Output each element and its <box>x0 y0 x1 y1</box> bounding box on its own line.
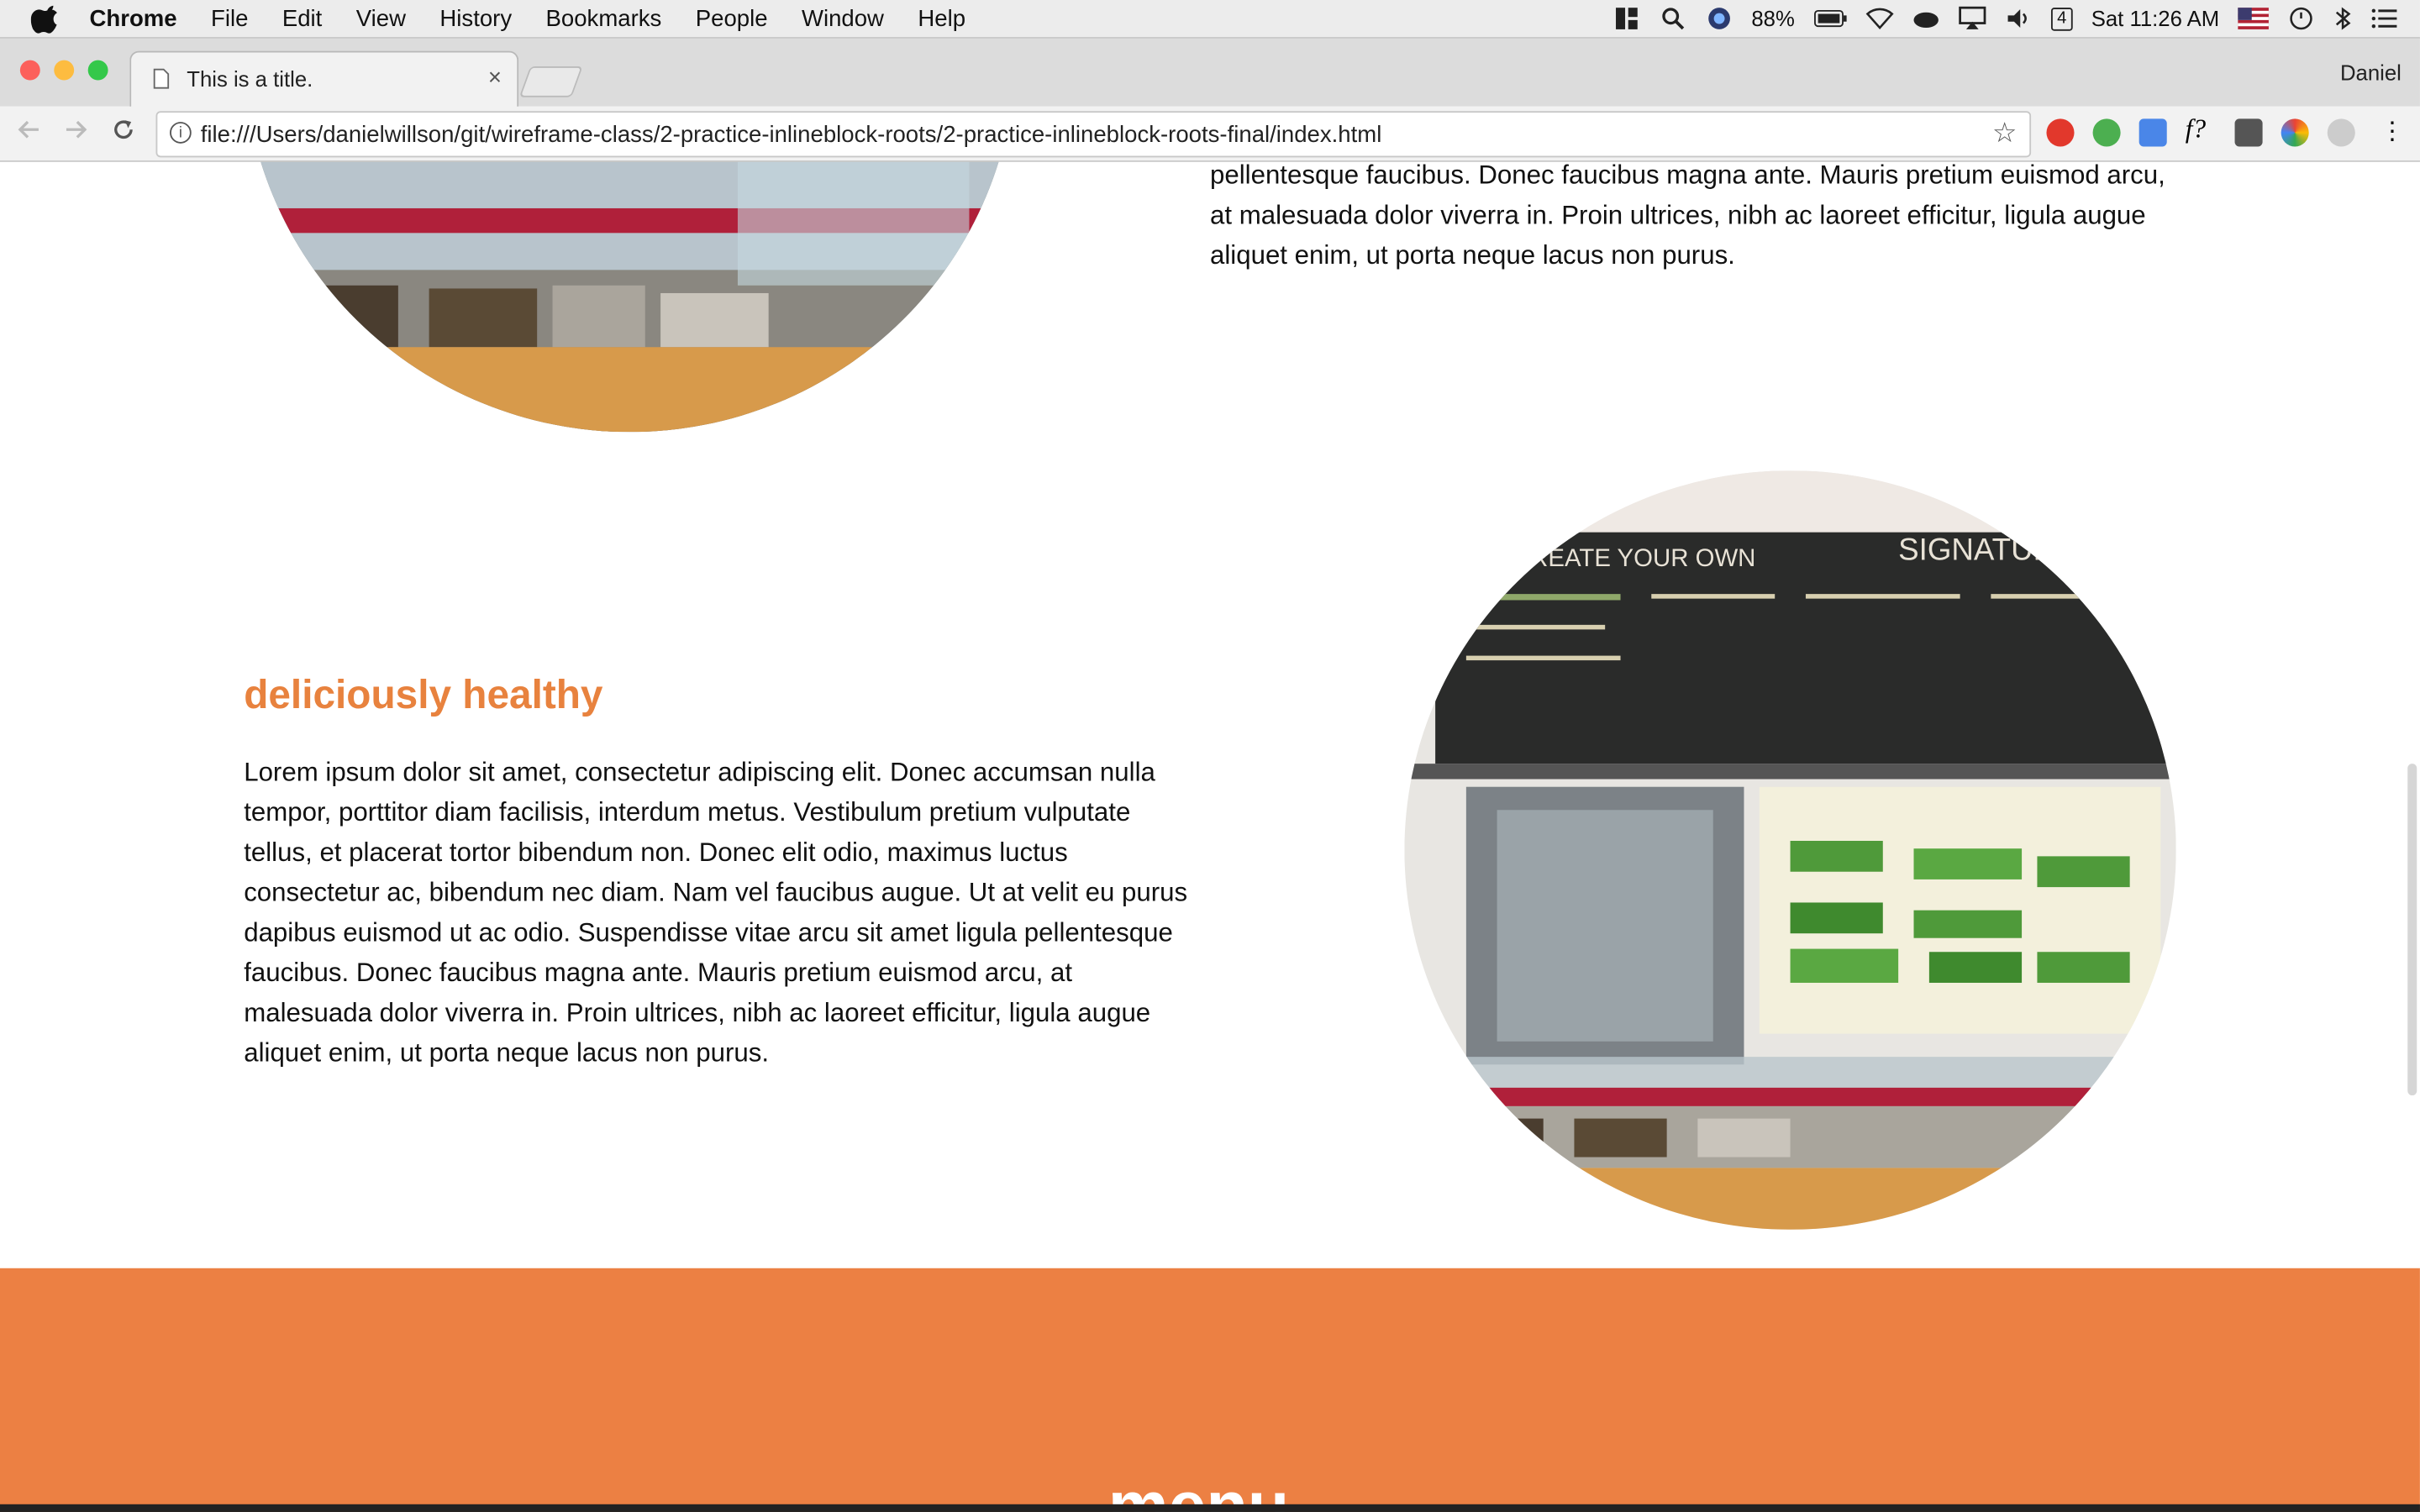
close-window-button[interactable] <box>19 60 40 81</box>
zoom-window-button[interactable] <box>87 60 108 81</box>
tab-active[interactable]: This is a title. × <box>129 50 519 108</box>
apple-icon[interactable] <box>30 3 62 34</box>
menu-board-title-right: SIGNATURE <box>1898 533 2076 567</box>
macos-menubar: Chrome File Edit View History Bookmarks … <box>0 0 2420 39</box>
menu-edit[interactable]: Edit <box>282 5 322 31</box>
window-layout-icon[interactable] <box>1612 6 1640 30</box>
extension-skype-icon[interactable] <box>2327 118 2355 147</box>
battery-percent: 88% <box>1751 6 1795 31</box>
bookmark-star-icon[interactable]: ☆ <box>1992 118 2018 150</box>
body-paragraph: Lorem ipsum dolor sit amet, consectetur … <box>244 757 1188 1068</box>
chrome-menu-icon[interactable]: ⋮ <box>2380 116 2407 144</box>
forward-arrow-icon[interactable] <box>63 118 87 142</box>
calendar-icon[interactable]: 4 <box>2050 7 2073 30</box>
extension-pocket-icon[interactable] <box>2234 118 2263 147</box>
profile-name[interactable]: Daniel <box>2340 60 2402 85</box>
minimize-window-button[interactable] <box>54 60 75 81</box>
page-scrollbar[interactable] <box>2407 764 2417 1096</box>
page-icon <box>153 68 170 89</box>
restaurant-counter-photo: CREATE YOUR OWN SIGNATURE <box>1404 470 2176 1230</box>
tab-strip: This is a title. × Daniel <box>0 38 2420 108</box>
menu-app-chrome[interactable]: Chrome <box>90 5 177 31</box>
cloud-app-icon[interactable] <box>1912 6 1939 30</box>
browser-toolbar: i file:///Users/danielwillson/git/wirefr… <box>0 106 2420 162</box>
bluetooth-icon[interactable] <box>2333 6 2352 30</box>
us-flag-icon[interactable] <box>2238 6 2269 30</box>
menubar-status-area: 88% 4 Sat 11:26 AM <box>1612 0 2398 37</box>
salad-bar-photo-top <box>244 161 1016 433</box>
extension-colorpicker-icon[interactable] <box>2281 118 2309 147</box>
volume-icon[interactable] <box>2005 6 2033 30</box>
menu-bookmarks[interactable]: Bookmarks <box>546 5 662 31</box>
menu-file[interactable]: File <box>211 5 248 31</box>
siri-icon[interactable] <box>1705 6 1733 30</box>
menu-window[interactable]: Window <box>802 5 884 31</box>
wifi-icon[interactable] <box>1865 6 1894 30</box>
restaurant-counter-photo-image: CREATE YOUR OWN SIGNATURE <box>1404 470 2176 1230</box>
tab-close-icon[interactable]: × <box>488 65 502 91</box>
tab-title: This is a title. <box>187 66 313 92</box>
airplay-icon[interactable] <box>1958 6 1986 30</box>
address-bar[interactable]: i file:///Users/danielwillson/git/wirefr… <box>155 111 2032 158</box>
back-arrow-icon[interactable] <box>17 118 41 142</box>
top-paragraph: pellentesque faucibus. Donec faucibus ma… <box>1209 161 2165 270</box>
site-info-icon[interactable]: i <box>170 122 192 144</box>
spotlight-search-icon[interactable] <box>1659 6 1686 30</box>
window-bottom-edge <box>0 1504 2420 1512</box>
extension-blue-icon[interactable] <box>2139 118 2167 147</box>
new-tab-button[interactable] <box>518 66 583 97</box>
time-machine-icon[interactable] <box>2287 6 2315 30</box>
menubar-clock[interactable]: Sat 11:26 AM <box>2091 6 2219 30</box>
extension-fontface-icon[interactable]: f? <box>2186 114 2213 144</box>
menu-history[interactable]: History <box>439 5 512 31</box>
page-content: pellentesque faucibus. Donec faucibus ma… <box>0 161 2420 1512</box>
reload-icon[interactable] <box>111 118 135 142</box>
extension-green-icon[interactable] <box>2092 118 2121 147</box>
menu-people[interactable]: People <box>696 5 768 31</box>
menu-help[interactable]: Help <box>918 5 965 31</box>
salad-bar-photo-top-image <box>244 161 1016 433</box>
extension-opera-icon[interactable] <box>2046 118 2075 147</box>
menu-view[interactable]: View <box>356 5 406 31</box>
battery-icon[interactable] <box>1813 6 1847 30</box>
section-heading: deliciously healthy <box>244 670 603 718</box>
menu-board-title-left: CREATE YOUR OWN <box>1512 544 1755 572</box>
notification-center-icon[interactable] <box>2370 6 2398 30</box>
menu-section-banner: menu <box>0 1268 2420 1512</box>
address-url[interactable]: file:///Users/danielwillson/git/wirefram… <box>201 122 1382 148</box>
